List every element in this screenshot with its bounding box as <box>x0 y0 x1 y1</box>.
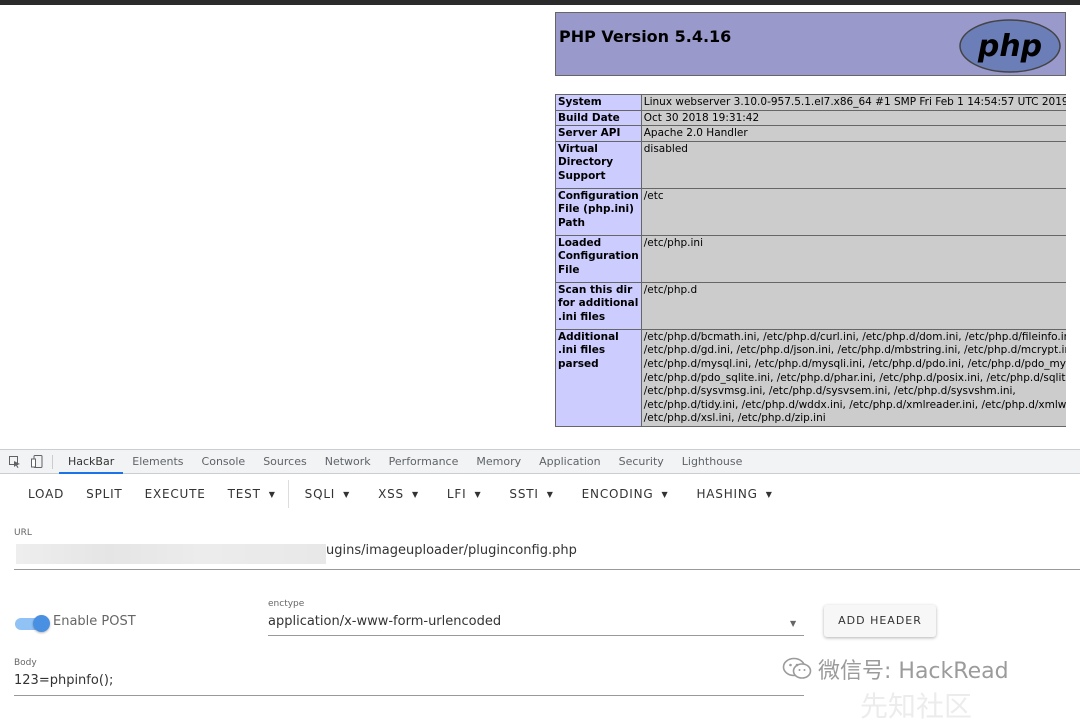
caret-down-icon: ▼ <box>343 490 351 499</box>
tab-network[interactable]: Network <box>316 449 380 474</box>
toolbar-separator <box>287 480 289 508</box>
php-info-key: Build Date <box>555 109 642 127</box>
inspect-element-icon[interactable] <box>8 455 22 469</box>
php-info-value: Linux webserver 3.10.0-957.5.1.el7.x86_6… <box>640 94 1066 111</box>
php-info-value: /etc/php.d <box>640 281 1066 330</box>
php-info-row: Build Date Oct 30 2018 19:31:42 <box>555 109 1066 127</box>
tab-memory[interactable]: Memory <box>467 449 530 474</box>
php-info-row: Loaded Configuration File/etc/php.ini <box>555 234 1066 283</box>
php-info-table: System Linux webserver 3.10.0-957.5.1.el7… <box>555 94 1066 427</box>
tab-hackbar[interactable]: HackBar <box>59 449 124 474</box>
test-dropdown[interactable]: TEST ▼ <box>220 480 284 508</box>
test-label: TEST <box>227 487 261 501</box>
phpinfo-page: PHP Version 5.4.16 php System Linux webse… <box>555 12 1066 449</box>
device-toolbar-icon[interactable] <box>30 455 44 469</box>
enctype-underline <box>268 635 804 636</box>
caret-down-icon: ▼ <box>411 490 419 499</box>
caret-down-icon: ▼ <box>474 490 482 499</box>
body-input-underline <box>14 695 804 696</box>
browser-top-bar <box>0 0 1080 5</box>
caret-down-icon: ▼ <box>546 490 554 499</box>
toggle-knob <box>33 615 50 632</box>
ssti-dropdown[interactable]: SSTI ▼ <box>501 480 561 508</box>
body-label: Body <box>14 658 37 668</box>
wechat-watermark: 微信号: HackRead <box>782 653 1009 685</box>
watermark-text: 微信号: HackRead <box>818 659 1009 684</box>
lfi-dropdown[interactable]: LFI ▼ <box>439 480 489 508</box>
tab-sources[interactable]: Sources <box>254 449 316 474</box>
tab-performance[interactable]: Performance <box>380 449 468 474</box>
url-input[interactable]: ugins/imageuploader/pluginconfig.php <box>326 543 577 558</box>
php-version-title: PHP Version 5.4.16 <box>559 27 732 46</box>
php-info-row: Server API Apache 2.0 Handler <box>555 125 1066 142</box>
redacted-url-blur <box>16 544 326 564</box>
php-info-key: Server API <box>555 125 642 142</box>
xss-label: XSS <box>378 487 404 501</box>
php-logo: php <box>959 19 1061 73</box>
php-info-value: /etc <box>640 187 1066 236</box>
devtools-panel: HackBar Elements Console Sources Network Perf… <box>0 449 1080 723</box>
caret-down-icon: ▼ <box>765 490 773 499</box>
hashing-dropdown[interactable]: HASHING ▼ <box>688 480 780 508</box>
encoding-label: ENCODING <box>581 487 654 501</box>
caret-down-icon: ▼ <box>661 490 669 499</box>
split-button[interactable]: SPLIT <box>78 480 130 508</box>
php-info-key: Additional .ini files parsed <box>555 328 642 427</box>
encoding-dropdown[interactable]: ENCODING ▼ <box>574 480 677 508</box>
php-info-row: Scan this dir for additional .ini files /… <box>555 281 1066 330</box>
php-info-value: Oct 30 2018 19:31:42 <box>640 109 1066 127</box>
lfi-label: LFI <box>446 487 467 501</box>
php-info-row: Configuration File (php.ini) Path/etc <box>555 187 1066 236</box>
hackbar-toolbar: LOAD SPLIT EXECUTE TEST ▼ SQLI ▼ XSS ▼ LFI ▼… <box>0 479 1080 509</box>
enable-post-toggle[interactable] <box>15 615 50 632</box>
add-header-button[interactable]: ADD HEADER <box>824 605 936 637</box>
wechat-icon <box>782 657 812 679</box>
php-info-key: Configuration File (php.ini) Path <box>555 187 642 236</box>
php-info-row: Additional .ini files parsed/etc/php.d/b… <box>555 328 1066 427</box>
php-info-row: Virtual Directory Support disabled <box>555 140 1066 189</box>
php-info-key: System <box>555 94 642 111</box>
tab-security[interactable]: Security <box>610 449 673 474</box>
php-info-value: /etc/php.ini <box>640 234 1066 283</box>
tab-console[interactable]: Console <box>193 449 255 474</box>
php-info-value: Apache 2.0 Handler <box>640 125 1066 142</box>
enable-post-label: Enable POST <box>53 614 136 629</box>
url-label: URL <box>14 528 32 538</box>
tab-lighthouse[interactable]: Lighthouse <box>673 449 752 474</box>
url-input-underline <box>14 569 1080 570</box>
php-info-key: Virtual Directory Support <box>555 140 642 189</box>
php-info-value: disabled <box>640 140 1066 189</box>
sqli-label: SQLI <box>304 487 336 501</box>
tab-application[interactable]: Application <box>530 449 609 474</box>
body-input[interactable]: 123=phpinfo(); <box>14 673 113 688</box>
php-logo-text: php <box>977 29 1042 64</box>
execute-button[interactable]: EXECUTE <box>137 480 214 508</box>
php-info-row: System Linux webserver 3.10.0-957.5.1.el7… <box>555 94 1066 111</box>
devtools-tab-bar: HackBar Elements Console Sources Network Perf… <box>0 449 1080 474</box>
faded-watermark: 先知社区 <box>860 690 973 723</box>
ssti-label: SSTI <box>509 487 539 501</box>
enctype-select[interactable]: application/x-www-form-urlencoded <box>268 614 501 629</box>
xss-dropdown[interactable]: XSS ▼ <box>370 480 427 508</box>
php-version-header: PHP Version 5.4.16 php <box>555 12 1066 76</box>
hashing-label: HASHING <box>696 487 758 501</box>
select-arrow-icon[interactable]: ▼ <box>790 619 796 628</box>
php-info-value: /etc/php.d/bcmath.ini, /etc/php.d/curl.i… <box>640 328 1066 427</box>
enctype-label: enctype <box>268 599 305 609</box>
tab-separator <box>52 454 53 469</box>
load-button[interactable]: LOAD <box>20 480 72 508</box>
caret-down-icon: ▼ <box>268 490 276 499</box>
tab-elements[interactable]: Elements <box>123 449 192 474</box>
php-info-key: Loaded Configuration File <box>555 234 642 283</box>
php-info-key: Scan this dir for additional .ini files <box>555 281 642 330</box>
sqli-dropdown[interactable]: SQLI ▼ <box>297 480 358 508</box>
